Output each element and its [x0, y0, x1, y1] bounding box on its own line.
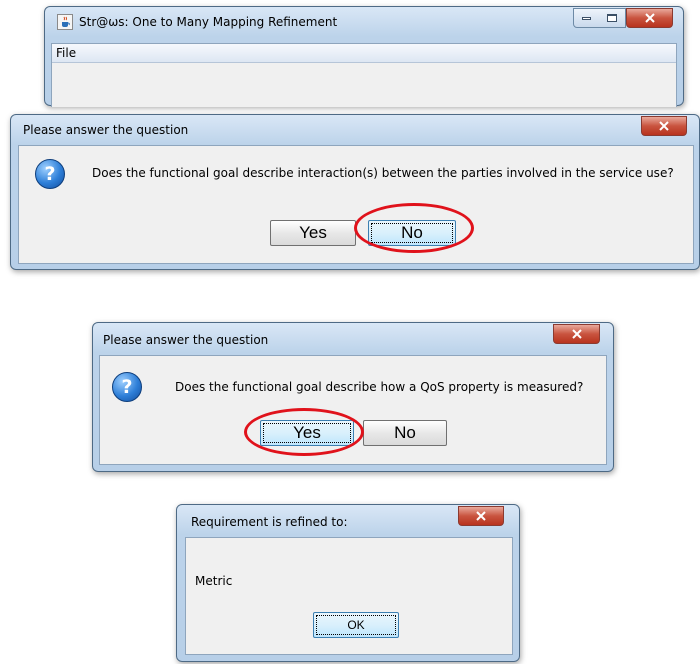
dialog3-title: Requirement is refined to: [191, 515, 348, 529]
close-icon [644, 13, 655, 23]
close-icon [659, 121, 669, 131]
dialog2-client: ? Does the functional goal describe how … [99, 355, 607, 465]
dialog2-close-button[interactable] [553, 324, 600, 344]
result-text: Metric [195, 574, 233, 588]
dialog2-titlebar[interactable]: Please answer the question [93, 323, 613, 351]
dialog1-title: Please answer the question [23, 123, 189, 137]
no-button[interactable]: No [368, 220, 456, 246]
ok-button[interactable]: OK [313, 612, 399, 638]
dialog2-question-text: Does the functional goal describe how a … [175, 380, 584, 394]
yes-button[interactable]: Yes [260, 420, 354, 446]
question-icon: ? [35, 159, 65, 189]
dialog1-client: ? Does the functional goal describe inte… [18, 145, 694, 264]
dialog3-titlebar[interactable]: Requirement is refined to: [177, 505, 519, 533]
no-button[interactable]: No [363, 420, 447, 446]
dialog-refined-result: Requirement is refined to: Metric OK [176, 504, 520, 662]
dialog1-close-button[interactable] [641, 116, 687, 136]
close-icon [571, 329, 582, 339]
minimize-button[interactable] [573, 8, 600, 28]
dialog3-client: Metric OK [185, 537, 513, 655]
dialog2-title: Please answer the question [103, 333, 269, 347]
main-window: Str@ωs: One to Many Mapping Refinement F… [44, 6, 684, 107]
close-button[interactable] [626, 8, 673, 28]
dialog3-close-button[interactable] [458, 506, 504, 526]
yes-button[interactable]: Yes [270, 220, 356, 246]
main-window-titlebar[interactable]: Str@ωs: One to Many Mapping Refinement [45, 7, 683, 35]
yes-button-label: Yes [299, 223, 327, 242]
no-button-label: No [394, 423, 416, 442]
focus-ring [316, 615, 396, 635]
dialog-interaction-question: Please answer the question ? Does the fu… [10, 114, 700, 270]
menu-bar: File [52, 44, 676, 63]
maximize-icon [607, 14, 617, 22]
focus-ring [263, 423, 351, 443]
dialog1-question-text: Does the functional goal describe intera… [92, 166, 674, 180]
dialog1-titlebar[interactable]: Please answer the question [11, 115, 699, 143]
menu-file[interactable]: File [56, 46, 76, 60]
main-window-client: File [51, 43, 677, 107]
focus-ring [371, 223, 453, 243]
minimize-icon [582, 16, 591, 20]
question-icon: ? [112, 372, 142, 402]
close-icon [476, 511, 486, 521]
java-cup-icon [57, 14, 73, 30]
dialog-qos-question: Please answer the question ? Does the fu… [92, 322, 614, 472]
maximize-button[interactable] [599, 8, 626, 28]
main-window-title: Str@ωs: One to Many Mapping Refinement [79, 15, 338, 29]
